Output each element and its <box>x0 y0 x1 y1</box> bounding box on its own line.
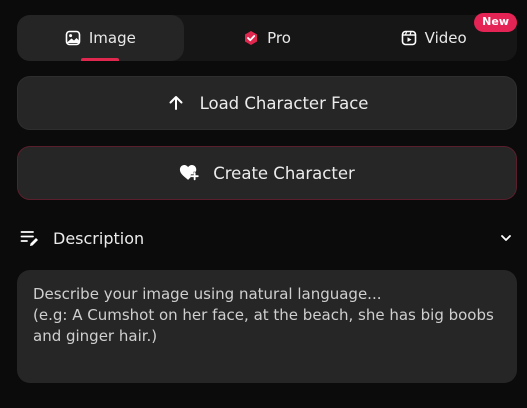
generator-panel: Image Pro Video New Load Character Face … <box>0 0 527 408</box>
chevron-down-icon[interactable] <box>498 230 514 246</box>
new-badge: New <box>474 13 518 32</box>
arrow-up-icon <box>166 93 186 113</box>
create-character-label: Create Character <box>213 163 355 183</box>
heart-plus-icon <box>179 163 199 183</box>
image-icon <box>65 30 81 46</box>
tab-image[interactable]: Image <box>17 15 184 61</box>
description-title: Description <box>53 228 145 248</box>
load-character-face-label: Load Character Face <box>199 93 369 113</box>
description-toggle[interactable]: Description <box>20 226 514 250</box>
mode-tabs: Image Pro Video New <box>17 13 518 61</box>
pro-badge-icon <box>243 30 259 46</box>
tab-pro[interactable]: Pro <box>184 15 351 61</box>
tab-video[interactable]: Video New <box>350 13 518 61</box>
tab-video-label: Video <box>424 29 467 47</box>
edit-list-icon <box>20 228 40 248</box>
description-input[interactable] <box>33 284 501 369</box>
video-icon <box>401 30 417 46</box>
description-box <box>17 270 517 383</box>
load-character-face-button[interactable]: Load Character Face <box>17 76 517 130</box>
tab-pro-label: Pro <box>267 29 291 47</box>
create-character-button[interactable]: Create Character <box>17 146 517 200</box>
active-tab-indicator <box>81 58 120 61</box>
tab-image-label: Image <box>88 29 136 47</box>
